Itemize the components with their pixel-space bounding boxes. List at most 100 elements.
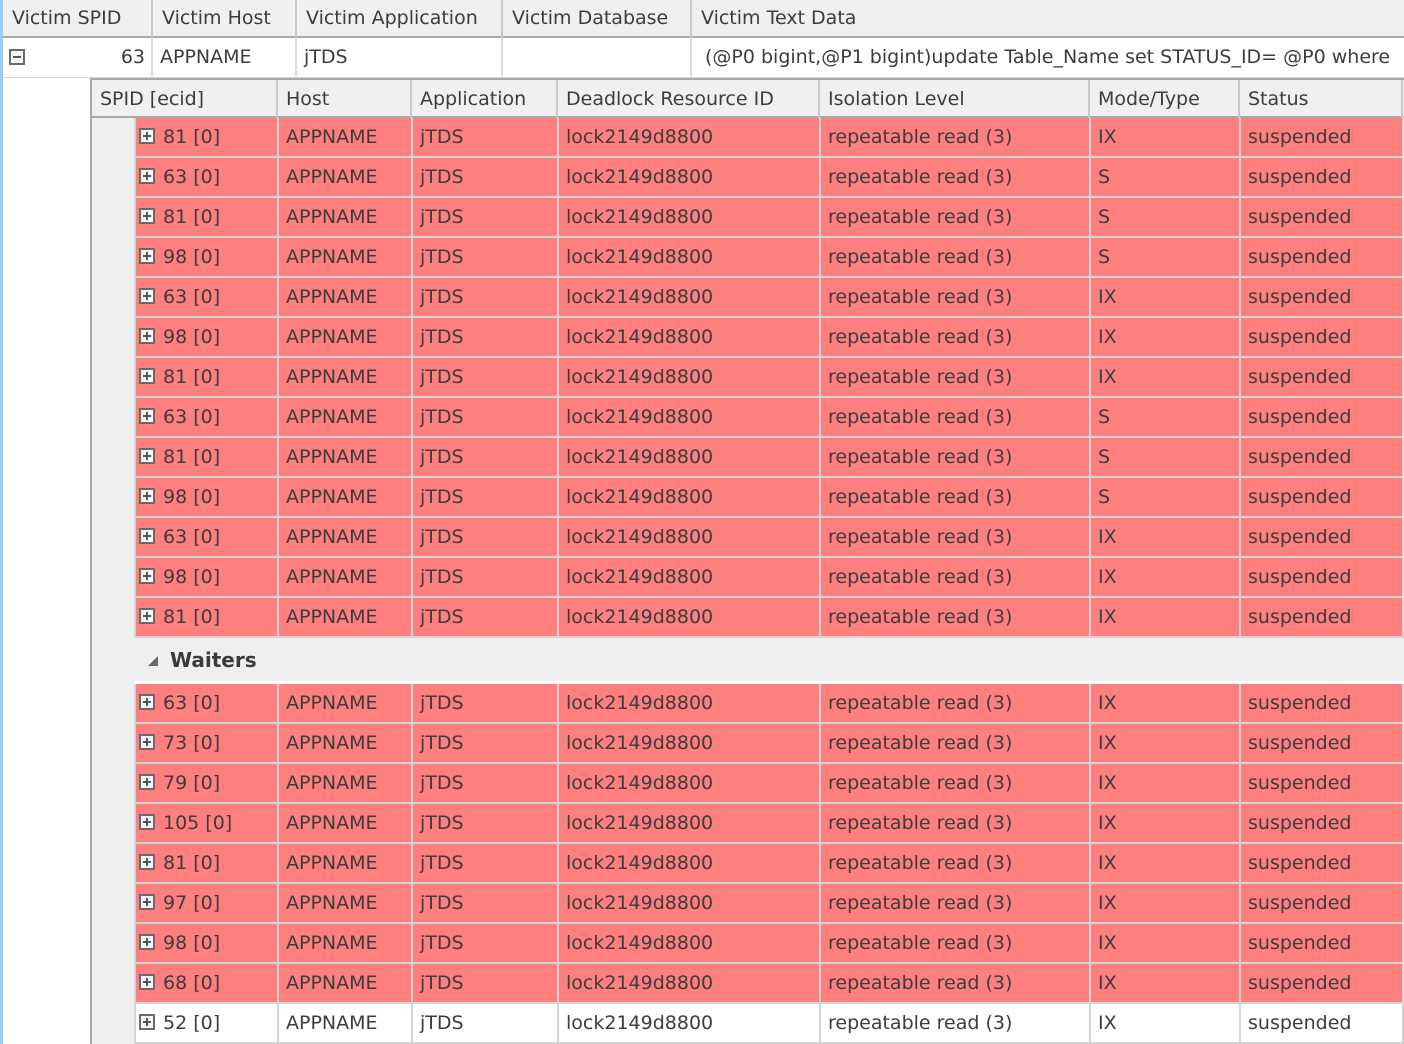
application-cell: jTDS <box>413 398 559 436</box>
plus-box-icon[interactable] <box>139 208 155 224</box>
spid-value: 63 [0] <box>163 406 221 428</box>
column-header-status[interactable]: Status <box>1240 80 1403 118</box>
mode-type-cell: S <box>1091 198 1241 236</box>
application-cell: jTDS <box>413 1004 559 1042</box>
owner-lock-row[interactable]: 81 [0] APPNAME jTDS lock2149d8800 repeat… <box>134 598 1404 638</box>
column-header-isolation-level[interactable]: Isolation Level <box>820 80 1090 118</box>
isolation-level-cell: repeatable read (3) <box>821 438 1091 476</box>
deadlock-resource-id-cell: lock2149d8800 <box>559 158 821 196</box>
isolation-level-cell: repeatable read (3) <box>821 598 1091 636</box>
owner-lock-row[interactable]: 98 [0] APPNAME jTDS lock2149d8800 repeat… <box>134 238 1404 278</box>
plus-box-icon[interactable] <box>139 694 155 710</box>
mode-type-cell: IX <box>1091 358 1241 396</box>
mode-type-cell: IX <box>1091 598 1241 636</box>
host-cell: APPNAME <box>279 238 413 276</box>
plus-box-icon[interactable] <box>139 894 155 910</box>
column-header-victim-spid[interactable]: Victim SPID <box>3 0 153 38</box>
waiter-lock-row[interactable]: 79 [0] APPNAME jTDS lock2149d8800 repeat… <box>134 764 1404 804</box>
plus-box-icon[interactable] <box>139 448 155 464</box>
mode-type-cell: IX <box>1091 804 1241 842</box>
host-cell: APPNAME <box>279 278 413 316</box>
owner-lock-row[interactable]: 63 [0] APPNAME jTDS lock2149d8800 repeat… <box>134 398 1404 438</box>
isolation-level-cell: repeatable read (3) <box>821 158 1091 196</box>
status-cell: suspended <box>1241 724 1404 762</box>
mode-type-cell: S <box>1091 398 1241 436</box>
plus-box-icon[interactable] <box>139 328 155 344</box>
host-cell: APPNAME <box>279 764 413 802</box>
owner-lock-row[interactable]: 81 [0] APPNAME jTDS lock2149d8800 repeat… <box>134 118 1404 158</box>
lock-rows: 81 [0] APPNAME jTDS lock2149d8800 repeat… <box>92 118 1404 1044</box>
deadlock-resource-id-cell: lock2149d8800 <box>559 804 821 842</box>
plus-box-icon[interactable] <box>139 128 155 144</box>
isolation-level-cell: repeatable read (3) <box>821 238 1091 276</box>
plus-box-icon[interactable] <box>139 488 155 504</box>
spid-cell: 63 [0] <box>136 278 279 316</box>
host-cell: APPNAME <box>279 1004 413 1042</box>
column-header-application[interactable]: Application <box>412 80 558 118</box>
waiter-lock-row[interactable]: 68 [0] APPNAME jTDS lock2149d8800 repeat… <box>134 964 1404 1004</box>
column-header-victim-host[interactable]: Victim Host <box>153 0 297 38</box>
spid-value: 73 [0] <box>163 732 221 754</box>
waiter-lock-row[interactable]: 63 [0] APPNAME jTDS lock2149d8800 repeat… <box>134 684 1404 724</box>
spid-cell: 81 [0] <box>136 844 279 882</box>
owner-lock-row[interactable]: 81 [0] APPNAME jTDS lock2149d8800 repeat… <box>134 358 1404 398</box>
owner-lock-row[interactable]: 63 [0] APPNAME jTDS lock2149d8800 repeat… <box>134 278 1404 318</box>
waiter-lock-row[interactable]: 73 [0] APPNAME jTDS lock2149d8800 repeat… <box>134 724 1404 764</box>
plus-box-icon[interactable] <box>139 774 155 790</box>
column-header-spid-ecid[interactable]: SPID [ecid] <box>92 80 278 118</box>
plus-box-icon[interactable] <box>139 854 155 870</box>
column-header-host[interactable]: Host <box>278 80 412 118</box>
mode-type-cell: IX <box>1091 924 1241 962</box>
owner-lock-row[interactable]: 98 [0] APPNAME jTDS lock2149d8800 repeat… <box>134 558 1404 598</box>
plus-box-icon[interactable] <box>139 368 155 384</box>
plus-box-icon[interactable] <box>139 734 155 750</box>
waiters-group-header[interactable]: Waiters <box>134 638 1404 684</box>
waiters-group-label: Waiters <box>170 647 257 672</box>
status-cell: suspended <box>1241 278 1404 316</box>
spid-cell: 97 [0] <box>136 884 279 922</box>
spid-cell: 81 [0] <box>136 118 279 156</box>
isolation-level-cell: repeatable read (3) <box>821 764 1091 802</box>
owner-lock-row[interactable]: 63 [0] APPNAME jTDS lock2149d8800 repeat… <box>134 158 1404 198</box>
mode-type-cell: S <box>1091 238 1241 276</box>
column-header-victim-application[interactable]: Victim Application <box>297 0 503 38</box>
plus-box-icon[interactable] <box>139 528 155 544</box>
waiter-lock-row[interactable]: 105 [0] APPNAME jTDS lock2149d8800 repea… <box>134 804 1404 844</box>
owner-lock-row[interactable]: 63 [0] APPNAME jTDS lock2149d8800 repeat… <box>134 518 1404 558</box>
column-header-victim-text-data[interactable]: Victim Text Data <box>692 0 1404 38</box>
plus-box-icon[interactable] <box>139 974 155 990</box>
plus-box-icon[interactable] <box>139 934 155 950</box>
mode-type-cell: IX <box>1091 964 1241 1002</box>
victim-row[interactable]: 63 APPNAME jTDS (@P0 bigint,@P1 bigint)u… <box>3 38 1404 78</box>
spid-value: 68 [0] <box>163 972 221 994</box>
plus-box-icon[interactable] <box>139 288 155 304</box>
host-cell: APPNAME <box>279 558 413 596</box>
triangle-expanded-icon[interactable] <box>148 655 158 666</box>
application-cell: jTDS <box>413 518 559 556</box>
status-cell: suspended <box>1241 518 1404 556</box>
owner-lock-row[interactable]: 81 [0] APPNAME jTDS lock2149d8800 repeat… <box>134 198 1404 238</box>
plus-box-icon[interactable] <box>139 568 155 584</box>
plus-box-icon[interactable] <box>139 168 155 184</box>
column-header-mode-type[interactable]: Mode/Type <box>1090 80 1240 118</box>
owner-lock-row[interactable]: 98 [0] APPNAME jTDS lock2149d8800 repeat… <box>134 478 1404 518</box>
plus-box-icon[interactable] <box>139 408 155 424</box>
owner-lock-row[interactable]: 81 [0] APPNAME jTDS lock2149d8800 repeat… <box>134 438 1404 478</box>
spid-value: 63 [0] <box>163 526 221 548</box>
plus-box-icon[interactable] <box>139 814 155 830</box>
column-header-victim-database[interactable]: Victim Database <box>503 0 692 38</box>
status-cell: suspended <box>1241 558 1404 596</box>
waiter-lock-row[interactable]: 52 [0] APPNAME jTDS lock2149d8800 repeat… <box>134 1004 1404 1044</box>
waiter-lock-row[interactable]: 97 [0] APPNAME jTDS lock2149d8800 repeat… <box>134 884 1404 924</box>
spid-value: 105 [0] <box>163 812 233 834</box>
plus-box-icon[interactable] <box>139 248 155 264</box>
plus-box-icon[interactable] <box>139 1014 155 1030</box>
minus-box-icon[interactable] <box>9 49 25 65</box>
waiter-lock-row[interactable]: 98 [0] APPNAME jTDS lock2149d8800 repeat… <box>134 924 1404 964</box>
isolation-level-cell: repeatable read (3) <box>821 518 1091 556</box>
waiter-lock-row[interactable]: 81 [0] APPNAME jTDS lock2149d8800 repeat… <box>134 844 1404 884</box>
mode-type-cell: IX <box>1091 764 1241 802</box>
owner-lock-row[interactable]: 98 [0] APPNAME jTDS lock2149d8800 repeat… <box>134 318 1404 358</box>
column-header-deadlock-resource-id[interactable]: Deadlock Resource ID <box>558 80 820 118</box>
plus-box-icon[interactable] <box>139 608 155 624</box>
